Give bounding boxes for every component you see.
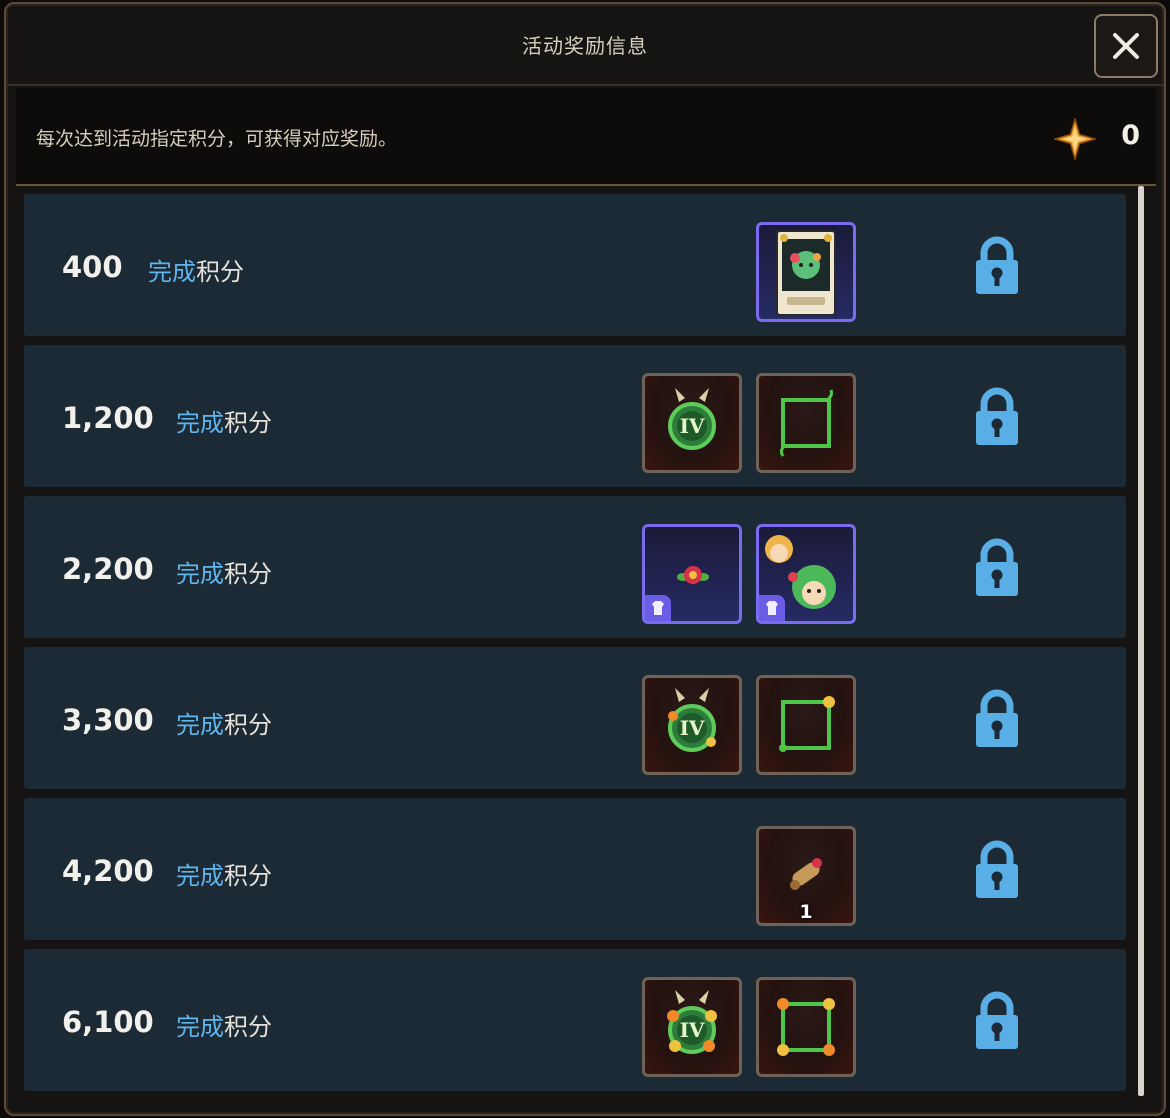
complete-label-highlight: 完成 bbox=[148, 258, 196, 286]
reward-row: 4,200 完成积分 1 bbox=[24, 798, 1126, 940]
points-value: 2,200 bbox=[62, 552, 154, 586]
reward-slot[interactable]: IV bbox=[642, 373, 742, 473]
complete-label-rest: 积分 bbox=[224, 862, 272, 890]
complete-label: 完成积分 bbox=[176, 856, 272, 891]
costume-tag-icon bbox=[645, 595, 671, 621]
reward-slot[interactable] bbox=[756, 222, 856, 322]
points-value: 3,300 bbox=[62, 703, 154, 737]
complete-label-highlight: 完成 bbox=[176, 409, 224, 437]
close-button[interactable] bbox=[1094, 14, 1158, 78]
lock-icon bbox=[974, 236, 1020, 296]
reward-row: 2,200 完成积分 bbox=[24, 496, 1126, 638]
complete-label-highlight: 完成 bbox=[176, 711, 224, 739]
bloom-frame-icon bbox=[777, 998, 835, 1056]
lock-icon bbox=[974, 538, 1020, 598]
complete-label-highlight: 完成 bbox=[176, 862, 224, 890]
reward-slot[interactable] bbox=[756, 977, 856, 1077]
dialog-title: 活动奖励信息 bbox=[522, 34, 648, 58]
complete-label: 完成积分 bbox=[176, 403, 272, 438]
svg-text:IV: IV bbox=[680, 414, 705, 438]
close-icon bbox=[1113, 33, 1139, 59]
reward-list[interactable]: 400 完成积分 1,200 完成积分 IV 2,200 完成积分 3,300 … bbox=[22, 190, 1134, 1100]
reward-slot[interactable]: IV bbox=[642, 977, 742, 1077]
complete-label-rest: 积分 bbox=[224, 711, 272, 739]
reward-quantity: 1 bbox=[799, 901, 813, 923]
svg-text:IV: IV bbox=[680, 1018, 705, 1042]
lock-icon bbox=[974, 387, 1020, 447]
bloom-badge-iv-icon: IV bbox=[667, 990, 717, 1054]
complete-label-rest: 积分 bbox=[224, 409, 272, 437]
illustration-card-icon bbox=[776, 230, 836, 316]
reward-row: 400 完成积分 bbox=[24, 194, 1126, 336]
complete-label-rest: 积分 bbox=[196, 258, 244, 286]
reward-slot[interactable] bbox=[756, 675, 856, 775]
costume-tag-icon bbox=[759, 595, 785, 621]
reward-row: 1,200 完成积分 IV bbox=[24, 345, 1126, 487]
info-bar: 每次达到活动指定积分，可获得对应奖励。 0 bbox=[16, 88, 1156, 186]
reward-slot[interactable] bbox=[756, 373, 856, 473]
lock-icon bbox=[974, 991, 1020, 1051]
lock-icon bbox=[974, 840, 1020, 900]
reward-slot[interactable] bbox=[642, 524, 742, 624]
complete-label-highlight: 完成 bbox=[176, 560, 224, 588]
vine-badge-iv-icon: IV bbox=[668, 388, 716, 450]
reward-row: 6,100 完成积分 IV bbox=[24, 949, 1126, 1091]
score-value: 0 bbox=[1121, 120, 1140, 151]
reward-slot[interactable] bbox=[756, 524, 856, 624]
complete-label-highlight: 完成 bbox=[176, 1013, 224, 1041]
scrollbar[interactable] bbox=[1138, 186, 1144, 1096]
star-point-icon bbox=[1054, 118, 1096, 160]
title-bar: 活动奖励信息 bbox=[6, 4, 1164, 86]
complete-label-rest: 积分 bbox=[224, 560, 272, 588]
complete-label-rest: 积分 bbox=[224, 1013, 272, 1041]
reward-description: 每次达到活动指定积分，可获得对应奖励。 bbox=[36, 128, 398, 150]
complete-label: 完成积分 bbox=[148, 252, 244, 287]
points-value: 6,100 bbox=[62, 1005, 154, 1039]
reward-row: 3,300 完成积分 IV bbox=[24, 647, 1126, 789]
lock-icon bbox=[974, 689, 1020, 749]
flower-frame-icon bbox=[779, 696, 835, 752]
points-value: 400 bbox=[62, 250, 123, 284]
complete-label: 完成积分 bbox=[176, 554, 272, 589]
complete-label: 完成积分 bbox=[176, 1007, 272, 1042]
vine-frame-icon bbox=[779, 389, 833, 457]
flower-badge-iv-icon: IV bbox=[668, 688, 716, 752]
complete-label: 完成积分 bbox=[176, 705, 272, 740]
points-value: 4,200 bbox=[62, 854, 154, 888]
reward-slot[interactable]: 1 bbox=[756, 826, 856, 926]
reward-slot[interactable]: IV bbox=[642, 675, 742, 775]
svg-text:IV: IV bbox=[680, 716, 705, 740]
points-value: 1,200 bbox=[62, 401, 154, 435]
